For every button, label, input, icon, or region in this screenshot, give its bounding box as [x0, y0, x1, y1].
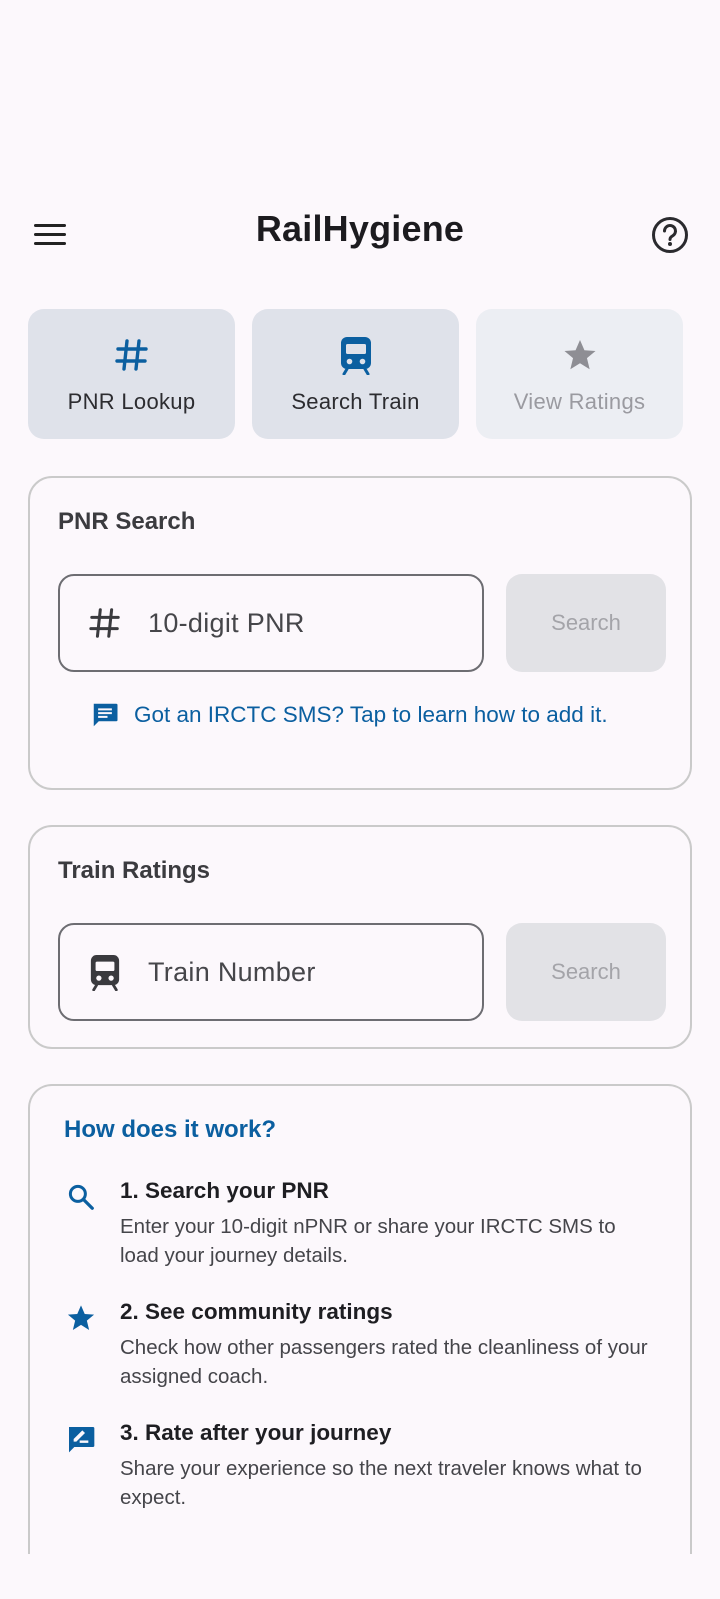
train-number-placeholder: Train Number	[148, 956, 316, 987]
step-description: Enter your 10-digit nPNR or share your I…	[120, 1215, 616, 1267]
step-title: 1. Search your PNR	[120, 1178, 329, 1203]
step-title: 3. Rate after your journey	[120, 1420, 392, 1445]
star-icon	[561, 333, 599, 377]
message-icon	[93, 703, 118, 727]
how-it-works-title: How does it work?	[64, 1116, 277, 1143]
help-button[interactable]	[650, 215, 690, 255]
pnr-input-placeholder: 10-digit PNR	[148, 607, 305, 638]
step-description: Check how other passengers rated the cle…	[120, 1336, 648, 1388]
step-title: 2. See community ratings	[120, 1299, 393, 1324]
train-number-input[interactable]: Train Number	[58, 923, 484, 1021]
pnr-search-button[interactable]: Search	[506, 574, 666, 672]
help-circle-icon	[652, 217, 688, 253]
train-ratings-card: Train Ratings Train Number Search	[28, 825, 692, 1049]
search-icon	[64, 1180, 98, 1214]
pnr-input[interactable]: 10-digit PNR	[58, 574, 484, 672]
tile-label: View Ratings	[513, 389, 646, 414]
train-icon	[82, 953, 128, 991]
train-search-button[interactable]: Search	[506, 923, 666, 1021]
train-icon	[339, 333, 373, 377]
card-title: Train Ratings	[58, 857, 211, 884]
tile-view-ratings[interactable]: View Ratings	[476, 309, 683, 439]
pnr-search-card: PNR Search 10-digit PNR Search Got an IR…	[28, 476, 692, 790]
tile-label: PNR Lookup	[67, 389, 196, 414]
rate-review-icon	[64, 1422, 98, 1456]
tile-label: Search Train	[291, 389, 420, 414]
irctc-sms-help-text: Got an IRCTC SMS? Tap to learn how to ad…	[134, 702, 608, 727]
star-icon	[64, 1301, 98, 1335]
how-it-works-card: How does it work? 1. Search your PNR Ent…	[28, 1084, 692, 1554]
step-description: Share your experience so the next travel…	[120, 1457, 642, 1509]
hash-icon	[82, 606, 128, 640]
tile-pnr-lookup[interactable]: PNR Lookup	[28, 309, 235, 439]
hash-icon	[114, 333, 150, 377]
irctc-sms-help-link[interactable]: Got an IRCTC SMS? Tap to learn how to ad…	[90, 700, 608, 730]
tile-search-train[interactable]: Search Train	[252, 309, 459, 439]
app-title: RailHygiene	[255, 208, 465, 249]
card-title: PNR Search	[58, 508, 196, 535]
